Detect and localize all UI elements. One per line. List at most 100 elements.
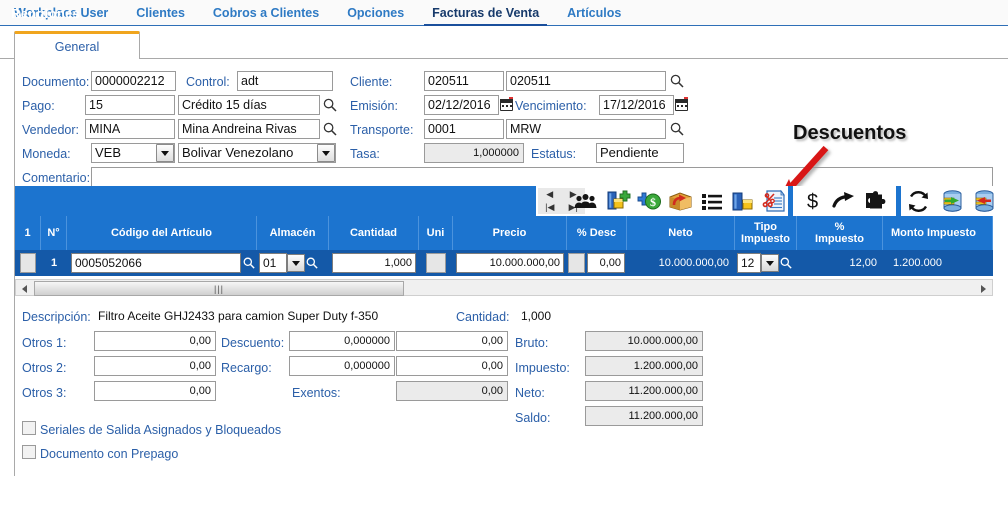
row-uni-cell[interactable] [419, 250, 453, 276]
grid-col-almacen[interactable]: Almacén [257, 216, 329, 250]
menu-item-opciones[interactable]: Opciones [333, 0, 418, 26]
row-precio-cell[interactable]: 10.000.000,00 [453, 250, 567, 276]
grid-col-monto-impuesto[interactable]: Monto Impuesto [883, 216, 993, 250]
grid-col-neto[interactable]: Neto [627, 216, 735, 250]
cliente-code-field[interactable]: 020511 [424, 71, 504, 91]
moneda-name-chevron-down-icon[interactable] [317, 144, 335, 162]
comentario-label: Comentario: [22, 171, 91, 185]
package-out-icon[interactable] [668, 189, 693, 214]
pago-code-field[interactable]: 15 [85, 95, 175, 115]
grid-col-tipo-impuesto[interactable]: Tipo Impuesto [735, 216, 797, 250]
scroll-thumb[interactable]: ||| [34, 281, 404, 296]
pago-search-icon[interactable] [322, 96, 337, 114]
row-almacen-cell[interactable]: 01 [257, 250, 329, 276]
tipo-impuesto-input[interactable]: 12 [737, 253, 761, 273]
impuesto-label: Impuesto: [515, 361, 570, 375]
codigo-input[interactable]: 0005052066 [71, 253, 241, 273]
table-row[interactable]: 1 0005052066 01 1,000 10.000.000,00 0,00… [15, 250, 993, 276]
vendedor-search-icon[interactable] [322, 120, 337, 138]
db-import-icon[interactable] [972, 189, 997, 214]
grid-horizontal-scrollbar[interactable]: ||| [15, 279, 993, 296]
scroll-right-arrow-icon[interactable] [976, 281, 991, 296]
nav-first-icon[interactable]: |◀ [545, 203, 554, 212]
vencimiento-field[interactable]: 17/12/2016 [599, 95, 674, 115]
grid-col-precio[interactable]: Precio [453, 216, 567, 250]
moneda-name-field[interactable]: Bolivar Venezolano [178, 143, 336, 163]
arrow-forward-icon[interactable] [832, 189, 857, 214]
descripcion-label: Descripción: [22, 310, 91, 324]
row-cantidad-cell[interactable]: 1,000 [329, 250, 419, 276]
row-tipo-impuesto-cell[interactable]: 12 [735, 250, 797, 276]
descuento-amount-field[interactable]: 0,00 [396, 331, 508, 351]
checkbox-seriales-salida[interactable] [22, 421, 36, 435]
grid-col-pct-desc[interactable]: % Desc [567, 216, 627, 250]
row-number: 1 [50, 257, 58, 269]
menu-item-cobros-a-clientes[interactable]: Cobros a Clientes [199, 0, 333, 26]
db-export-icon[interactable] [940, 189, 965, 214]
grid-col-cantidad[interactable]: Cantidad [329, 216, 419, 250]
grid-col-selector[interactable]: 1 [15, 216, 41, 250]
scroll-left-arrow-icon[interactable] [17, 281, 32, 296]
emision-calendar-icon[interactable] [500, 97, 513, 111]
otros1-field[interactable]: 0,00 [94, 331, 216, 351]
pct-impuesto-value: 12,00 [849, 257, 877, 269]
add-article-icon[interactable] [606, 189, 631, 214]
grid-col-codigo[interactable]: Código del Artículo [67, 216, 257, 250]
grid-header-row: 1 N° Código del Artículo Almacén Cantida… [15, 216, 993, 250]
documento-field[interactable]: 0000002212 [91, 71, 176, 91]
moneda-code-chevron-down-icon[interactable] [156, 144, 174, 162]
emision-field[interactable]: 02/12/2016 [424, 95, 499, 115]
dollar-icon[interactable]: $ [800, 189, 825, 214]
menu-item-articulos[interactable]: Artículos [553, 0, 635, 26]
add-price-icon[interactable]: $ [637, 189, 662, 214]
row-selector-cell[interactable] [15, 250, 41, 276]
tab-general[interactable]: General [14, 31, 140, 59]
otros3-field[interactable]: 0,00 [94, 381, 216, 401]
transporte-code-field[interactable]: 0001 [424, 119, 504, 139]
almacen-search-icon[interactable] [305, 254, 318, 272]
cantidad-value: 1,000 [521, 309, 552, 323]
row-codigo-cell[interactable]: 0005052066 [67, 250, 257, 276]
cliente-name-field[interactable]: 020511 [506, 71, 666, 91]
precio-input[interactable]: 10.000.000,00 [456, 253, 564, 273]
inventory-icon[interactable] [731, 189, 756, 214]
almacen-input[interactable]: 01 [259, 253, 287, 273]
checkbox-documento-prepago[interactable] [22, 445, 36, 459]
discount-icon[interactable] [762, 189, 787, 214]
list-icon[interactable] [700, 189, 725, 214]
vencimiento-calendar-icon[interactable] [675, 97, 688, 111]
saldo-field: 11.200.000,00 [585, 406, 703, 426]
row-selector-box[interactable] [20, 253, 36, 273]
otros2-field[interactable]: 0,00 [94, 356, 216, 376]
people-icon[interactable] [573, 189, 598, 214]
transporte-search-icon[interactable] [669, 120, 684, 138]
refresh-icon[interactable] [906, 189, 931, 214]
control-field[interactable]: adt [237, 71, 333, 91]
menu-item-facturas-de-venta[interactable]: Facturas de Venta [418, 0, 553, 27]
vendedor-code-field[interactable]: MINA [85, 119, 175, 139]
pct-desc-input[interactable]: 0,00 [587, 253, 625, 273]
tipo-impuesto-chevron-down-icon[interactable] [761, 254, 779, 272]
cantidad-input[interactable]: 1,000 [332, 253, 416, 273]
comentario-field[interactable] [91, 167, 993, 187]
recargo-amount-field[interactable]: 0,00 [396, 356, 508, 376]
desc-flag-box[interactable] [568, 253, 585, 273]
grid-col-pct-impuesto[interactable]: % Impuesto [797, 216, 883, 250]
grid-col-uni[interactable]: Uni [419, 216, 453, 250]
row-pct-desc-cell[interactable]: 0,00 [567, 250, 627, 276]
transporte-name-field[interactable]: MRW [506, 119, 666, 139]
codigo-search-icon[interactable] [241, 254, 256, 272]
cliente-search-icon[interactable] [669, 72, 684, 90]
pago-desc-field[interactable]: Crédito 15 días [178, 95, 320, 115]
transporte-label: Transporte: [350, 123, 414, 137]
menu-item-clientes[interactable]: Clientes [122, 0, 199, 26]
descuento-pct-field[interactable]: 0,000000 [289, 331, 395, 351]
grid-col-numero[interactable]: N° [41, 216, 67, 250]
vendedor-name-field[interactable]: Mina Andreina Rivas [178, 119, 320, 139]
uni-box[interactable] [426, 253, 446, 273]
recargo-pct-field[interactable]: 0,000000 [289, 356, 395, 376]
almacen-chevron-down-icon[interactable] [287, 254, 305, 272]
tipo-impuesto-search-icon[interactable] [779, 254, 792, 272]
plugin-icon[interactable] [864, 189, 889, 214]
nav-prev-icon[interactable]: ◀ [546, 190, 553, 199]
